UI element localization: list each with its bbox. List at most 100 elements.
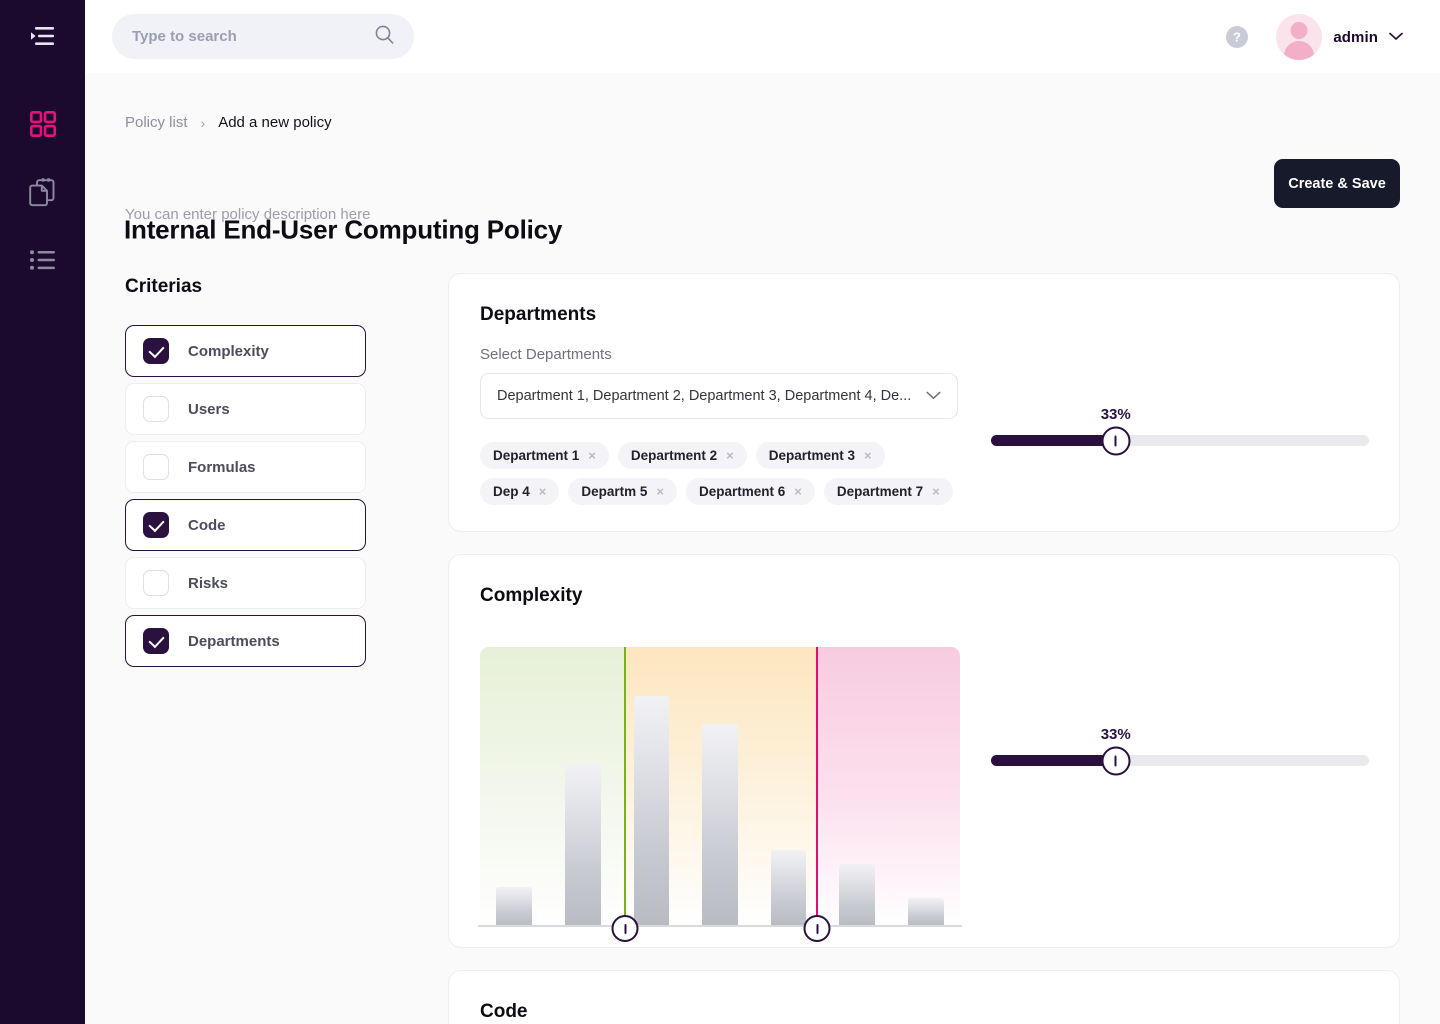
- complexity-slider: 33%: [991, 726, 1369, 786]
- criteria-item-users[interactable]: Users: [125, 383, 366, 435]
- close-icon[interactable]: ×: [588, 449, 596, 462]
- checkbox-code[interactable]: [143, 512, 169, 538]
- documents-clipboard-icon[interactable]: [21, 172, 65, 212]
- criteria-label: Risks: [188, 575, 228, 592]
- chevron-down-icon[interactable]: [1389, 28, 1403, 46]
- chart-bar: [565, 764, 601, 926]
- top-bar: ? admin: [85, 0, 1440, 73]
- close-icon[interactable]: ×: [864, 449, 872, 462]
- slider-thumb[interactable]: [1101, 746, 1130, 775]
- chart-bar: [496, 887, 532, 926]
- complexity-slider-value: 33%: [1101, 726, 1131, 743]
- slider-track[interactable]: [991, 755, 1369, 766]
- tag-label: Department 3: [769, 448, 855, 463]
- chart-bar: [634, 696, 670, 926]
- breadcrumb-separator-icon: ›: [201, 115, 206, 131]
- department-tag[interactable]: Departm 5 ×: [568, 478, 677, 505]
- department-tag[interactable]: Department 6 ×: [686, 478, 815, 505]
- criteria-item-complexity[interactable]: Complexity: [125, 325, 366, 377]
- chart-bar: [908, 898, 944, 926]
- criteria-label: Users: [188, 401, 230, 418]
- slider-fill: [991, 435, 1116, 446]
- checkbox-departments[interactable]: [143, 628, 169, 654]
- checkbox-users[interactable]: [143, 396, 169, 422]
- criteria-label: Formulas: [188, 459, 256, 476]
- close-icon[interactable]: ×: [726, 449, 734, 462]
- page-body: Policy list › Add a new policy Internal …: [85, 73, 1440, 1024]
- code-card: Code: [448, 970, 1400, 1024]
- departments-slider-value: 33%: [1101, 406, 1131, 423]
- cards-column: Departments Select Departments Departmen…: [448, 273, 1400, 1024]
- divider-low-medium: [624, 647, 626, 927]
- app-root: ? admin Policy list › Add a new policy I…: [0, 0, 1440, 1024]
- user-menu[interactable]: admin: [1276, 14, 1403, 60]
- sidebar-collapse-icon[interactable]: [21, 18, 65, 54]
- chart-bar: [702, 724, 738, 926]
- search-input[interactable]: [132, 28, 375, 45]
- department-tag-list: Department 1 × Department 2 × Department…: [480, 442, 970, 505]
- departments-card: Departments Select Departments Departmen…: [448, 273, 1400, 532]
- tag-label: Department 6: [699, 484, 785, 499]
- checkbox-risks[interactable]: [143, 570, 169, 596]
- select-departments-label: Select Departments: [480, 346, 612, 363]
- tag-label: Departm 5: [581, 484, 647, 499]
- breadcrumb-policy-list[interactable]: Policy list: [125, 114, 188, 131]
- tag-label: Department 2: [631, 448, 717, 463]
- checkbox-complexity[interactable]: [143, 338, 169, 364]
- department-tag[interactable]: Department 1 ×: [480, 442, 609, 469]
- search-icon[interactable]: [375, 25, 394, 49]
- divider-handle-medium-high[interactable]: [804, 915, 831, 942]
- criteria-label: Code: [188, 517, 226, 534]
- criteria-list: Complexity Users Formulas Code Risks Dep…: [125, 325, 366, 667]
- department-tag[interactable]: Department 2 ×: [618, 442, 747, 469]
- departments-select-value: Department 1, Department 2, Department 3…: [497, 388, 926, 404]
- search-box[interactable]: [112, 14, 414, 59]
- tag-label: Department 7: [837, 484, 923, 499]
- chart-bars: [480, 647, 960, 927]
- slider-fill: [991, 755, 1116, 766]
- divider-medium-high: [816, 647, 818, 927]
- complexity-card-title: Complexity: [449, 555, 1399, 607]
- avatar: [1276, 14, 1322, 60]
- departments-card-title: Departments: [449, 274, 1399, 326]
- grid-dashboard-icon[interactable]: [21, 104, 65, 144]
- close-icon[interactable]: ×: [656, 485, 664, 498]
- chevron-down-icon[interactable]: [926, 387, 941, 405]
- close-icon[interactable]: ×: [539, 485, 547, 498]
- chart-bar: [771, 850, 807, 926]
- tag-label: Department 1: [493, 448, 579, 463]
- complexity-card: Complexity: [448, 554, 1400, 948]
- tag-label: Dep 4: [493, 484, 530, 499]
- slider-thumb[interactable]: [1101, 426, 1130, 455]
- department-tag[interactable]: Dep 4 ×: [480, 478, 559, 505]
- svg-text:?: ?: [1233, 30, 1241, 45]
- chart-bar: [839, 864, 875, 926]
- criteria-item-formulas[interactable]: Formulas: [125, 441, 366, 493]
- create-and-save-button[interactable]: Create & Save: [1274, 159, 1400, 208]
- close-icon[interactable]: ×: [794, 485, 802, 498]
- chart-baseline: [478, 925, 962, 927]
- checkbox-formulas[interactable]: [143, 454, 169, 480]
- criteria-item-code[interactable]: Code: [125, 499, 366, 551]
- breadcrumb-current: Add a new policy: [218, 114, 331, 131]
- criteria-item-risks[interactable]: Risks: [125, 557, 366, 609]
- complexity-chart: [480, 647, 960, 927]
- department-tag[interactable]: Department 7 ×: [824, 478, 953, 505]
- criteria-label: Complexity: [188, 343, 269, 360]
- close-icon[interactable]: ×: [932, 485, 940, 498]
- criteria-item-departments[interactable]: Departments: [125, 615, 366, 667]
- department-tag[interactable]: Department 3 ×: [756, 442, 885, 469]
- code-card-title: Code: [449, 971, 1399, 1023]
- left-nav-rail: [0, 0, 85, 1024]
- rail-icon-group: [21, 104, 65, 280]
- list-icon[interactable]: [21, 240, 65, 280]
- page-description[interactable]: You can enter policy description here: [125, 206, 370, 223]
- criteria-label: Departments: [188, 633, 280, 650]
- criterias-heading: Criterias: [125, 276, 202, 298]
- divider-handle-low-medium[interactable]: [612, 915, 639, 942]
- breadcrumb: Policy list › Add a new policy: [125, 114, 332, 131]
- help-circle-icon[interactable]: ?: [1226, 26, 1248, 53]
- user-name: admin: [1333, 29, 1378, 46]
- departments-select[interactable]: Department 1, Department 2, Department 3…: [480, 373, 958, 419]
- slider-track[interactable]: [991, 435, 1369, 446]
